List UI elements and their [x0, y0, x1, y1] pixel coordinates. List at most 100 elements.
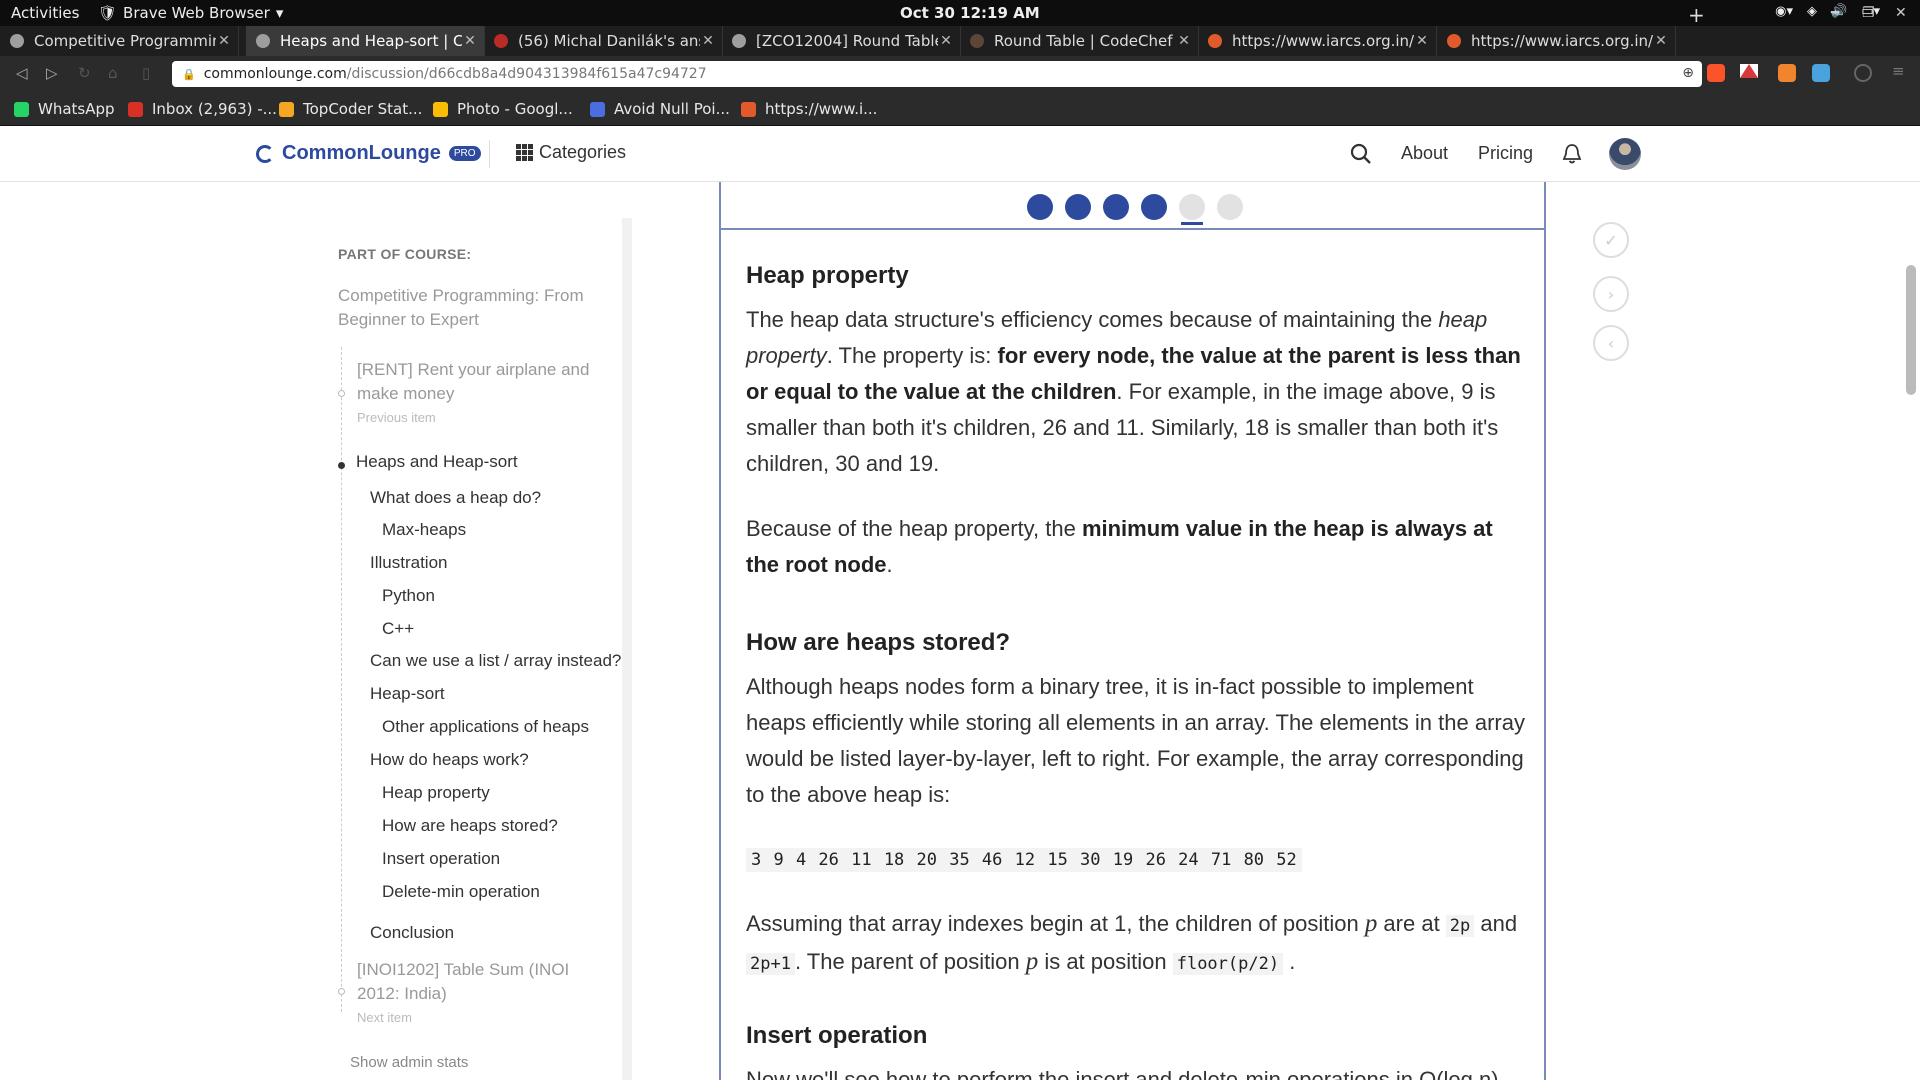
status-icon[interactable]: ◉▾: [1775, 4, 1793, 19]
tab-close-icon[interactable]: ✕: [938, 33, 954, 49]
text: Because of the heap property, the: [746, 516, 1082, 541]
outline-item-list-array[interactable]: Can we use a list / array instead?: [370, 651, 621, 671]
inline-code: 2p+1: [746, 953, 795, 975]
browser-tab[interactable]: [ZCO12004] Round Table (2✕: [722, 26, 961, 56]
tab-close-icon[interactable]: ✕: [1176, 33, 1192, 49]
zoom-icon[interactable]: ⊕: [1682, 65, 1694, 81]
previous-item-link[interactable]: [RENT] Rent your airplane and make money: [357, 358, 597, 406]
course-timeline: [341, 347, 342, 1012]
tab-close-icon[interactable]: ✕: [700, 33, 716, 49]
bookmark-icon[interactable]: ▯: [142, 64, 150, 82]
show-admin-stats-link[interactable]: Show admin stats: [350, 1054, 468, 1071]
browser-tab[interactable]: https://www.iarcs.org.in/i ✕: [1198, 26, 1437, 56]
progress-dot-complete[interactable]: [1065, 194, 1091, 220]
pen-extension-icon[interactable]: [1812, 64, 1830, 82]
minimize-icon[interactable]: ━: [1831, 5, 1839, 21]
bookmark-item[interactable]: Inbox (2,963) -...: [128, 100, 277, 118]
header-divider: [489, 140, 490, 168]
network-icon[interactable]: ◈: [1807, 4, 1817, 19]
outline-item-delete-min[interactable]: Delete-min operation: [382, 882, 540, 902]
forward-icon[interactable]: ▷: [46, 64, 58, 82]
progress-dot-pending[interactable]: [1179, 194, 1205, 220]
profile-icon[interactable]: [1854, 64, 1872, 82]
outline-item-heap-sort[interactable]: Heap-sort: [370, 684, 445, 704]
outline-item-max-heaps[interactable]: Max-heaps: [382, 520, 466, 540]
lock-icon[interactable]: 🔒: [182, 68, 196, 81]
user-avatar[interactable]: [1609, 138, 1641, 170]
url-path: /discussion/d66cdb8a4d904313984f615a47c9…: [346, 66, 707, 82]
extension-icon[interactable]: [1778, 64, 1796, 82]
outline-item-illustration[interactable]: Illustration: [370, 553, 447, 573]
current-item[interactable]: Heaps and Heap-sort: [356, 452, 518, 472]
menu-icon[interactable]: ≡: [1892, 62, 1910, 80]
next-arrow-icon[interactable]: ›: [1593, 276, 1629, 312]
progress-dot-complete[interactable]: [1027, 194, 1053, 220]
tab-favicon-icon: [494, 34, 508, 48]
tab-close-icon[interactable]: ✕: [216, 33, 232, 49]
bookmark-item[interactable]: WhatsApp: [14, 100, 115, 118]
reload-icon[interactable]: ↻: [78, 64, 91, 82]
mark-complete-icon[interactable]: ✓: [1593, 222, 1629, 258]
pricing-link[interactable]: Pricing: [1478, 143, 1533, 164]
back-icon[interactable]: ◁: [16, 64, 28, 82]
course-title-link[interactable]: Competitive Programming: From Beginner t…: [338, 284, 608, 332]
next-item-link[interactable]: [INOI1202] Table Sum (INOI 2012: India): [357, 958, 597, 1006]
progress-dot-complete[interactable]: [1141, 194, 1167, 220]
progress-dot-pending[interactable]: [1217, 194, 1243, 220]
sidebar-scrollbar[interactable]: [622, 218, 632, 1080]
bookmark-label: WhatsApp: [38, 100, 115, 118]
browser-tab[interactable]: https://www.iarcs.org.in/i ✕: [1437, 26, 1676, 56]
page-scrollbar-thumb[interactable]: [1906, 265, 1916, 395]
outline-item-other-applications[interactable]: Other applications of heaps: [382, 717, 589, 737]
outline-item-insert[interactable]: Insert operation: [382, 849, 500, 869]
brave-rewards-icon[interactable]: [1740, 64, 1758, 78]
part-of-course-label: PART OF COURSE:: [338, 246, 472, 262]
restore-icon[interactable]: ❐: [1862, 5, 1875, 21]
timeline-dot-current: [338, 462, 345, 469]
outline-item-cpp[interactable]: C++: [382, 619, 414, 639]
tab-strip: Competitive Programming ✕ Heaps and Heap-s…: [0, 26, 1920, 56]
brave-shields-icon[interactable]: [1707, 64, 1725, 82]
browser-tab[interactable]: (56) Michal Danilák's answ ✕: [484, 26, 723, 56]
browser-tab[interactable]: Heaps and Heap-sort | Com✕: [246, 26, 485, 56]
bookmark-item[interactable]: Avoid Null Poi...: [590, 100, 730, 118]
outline-item-heap-property[interactable]: Heap property: [382, 783, 490, 803]
search-icon[interactable]: [1350, 143, 1372, 165]
progress-dot-complete[interactable]: [1103, 194, 1129, 220]
app-menu[interactable]: 🛡 Brave Web Browser ▾: [98, 4, 283, 22]
outline-item-how-heaps-work[interactable]: How do heaps work?: [370, 750, 529, 770]
outline-item-what-does-a-heap-do[interactable]: What does a heap do?: [370, 488, 541, 508]
tab-close-icon[interactable]: ✕: [462, 33, 478, 49]
home-icon[interactable]: ⌂: [108, 64, 118, 82]
prev-arrow-icon[interactable]: ‹: [1593, 325, 1629, 361]
link-icon: [590, 101, 605, 117]
outline-item-conclusion[interactable]: Conclusion: [370, 923, 454, 943]
bell-icon[interactable]: [1562, 143, 1582, 165]
tab-close-icon[interactable]: ✕: [1653, 33, 1669, 49]
outline-item-python[interactable]: Python: [382, 586, 435, 606]
close-window-icon[interactable]: ✕: [1895, 5, 1907, 21]
bookmark-item[interactable]: TopCoder Stat...: [279, 100, 422, 118]
gmail-icon: [128, 101, 143, 117]
paragraph-heaps-stored: Although heaps nodes form a binary tree,…: [746, 674, 1525, 807]
new-tab-button[interactable]: +: [1688, 3, 1705, 27]
commonlounge-logo[interactable]: CommonLounge PRO: [256, 142, 481, 165]
browser-tab[interactable]: Competitive Programming ✕: [0, 26, 239, 56]
about-link[interactable]: About: [1401, 143, 1448, 164]
whatsapp-icon: [14, 101, 29, 117]
bookmarks-bar: WhatsApp Inbox (2,963) -... TopCoder Stat.…: [0, 92, 1920, 126]
outline-item-heaps-stored[interactable]: How are heaps stored?: [382, 816, 558, 836]
categories-label: Categories: [539, 142, 627, 162]
categories-menu[interactable]: Categories: [516, 142, 626, 163]
bookmark-label: TopCoder Stat...: [303, 100, 423, 118]
address-bar[interactable]: 🔒 commonlounge.com /discussion/d66cdb8a4…: [172, 61, 1702, 87]
tab-close-icon[interactable]: ✕: [1414, 33, 1430, 49]
bookmark-item[interactable]: Photo - Googl...: [433, 100, 573, 118]
activities-button[interactable]: Activities: [11, 4, 79, 22]
grid-icon: [516, 144, 533, 161]
bookmark-item[interactable]: https://www.i...: [741, 100, 877, 118]
browser-tab[interactable]: Round Table | CodeChef ✕: [960, 26, 1199, 56]
clock[interactable]: Oct 30 12:19 AM: [900, 4, 1040, 22]
iarcs-icon: [741, 101, 756, 117]
text: .: [886, 552, 893, 577]
